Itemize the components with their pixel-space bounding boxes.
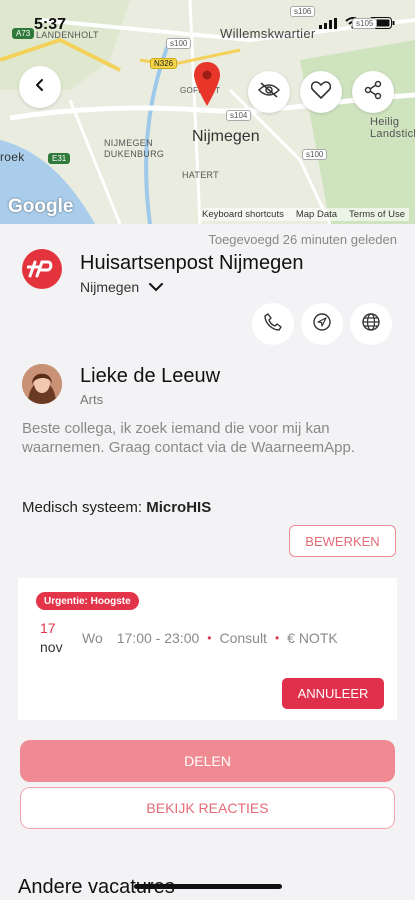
urgency-badge: Urgentie: Hoogste bbox=[36, 592, 139, 610]
separator-dot: • bbox=[207, 631, 212, 645]
share-button[interactable]: DELEN bbox=[20, 740, 395, 782]
view-reactions-button[interactable]: BEKIJK REACTIES bbox=[20, 787, 395, 829]
organisation-name: Huisartsenpost Nijmegen bbox=[80, 252, 304, 274]
shift-rate: € NOTK bbox=[287, 630, 338, 646]
map-label-oroek: roek bbox=[0, 150, 25, 164]
signal-icon bbox=[319, 16, 337, 34]
keyboard-shortcuts-link[interactable]: Keyboard shortcuts bbox=[202, 209, 284, 220]
organisation-logo bbox=[22, 249, 62, 289]
map-label-landenholt: LANDENHOLT bbox=[36, 30, 99, 40]
map-label-willemskwartier: Willemskwartier bbox=[220, 26, 316, 41]
road-e31: E31 bbox=[48, 153, 71, 164]
separator-dot: • bbox=[274, 631, 280, 645]
map-label-heilig-landstichting: Heilig Landstich bbox=[370, 116, 415, 140]
location-pin-icon bbox=[194, 62, 220, 111]
eye-off-icon bbox=[257, 81, 281, 103]
organisation-city: Nijmegen bbox=[80, 279, 140, 295]
map-data-link[interactable]: Map Data bbox=[296, 209, 337, 220]
added-timestamp: Toegevoegd 26 minuten geleden bbox=[208, 232, 397, 247]
road-s106: s106 bbox=[290, 6, 316, 17]
chevron-down-icon bbox=[149, 279, 164, 295]
shift-month: nov bbox=[40, 639, 63, 655]
avatar bbox=[22, 364, 62, 404]
navigate-button[interactable] bbox=[301, 303, 343, 345]
website-button[interactable] bbox=[350, 303, 392, 345]
hide-button[interactable] bbox=[248, 71, 290, 113]
vacancy-message: Beste collega, ik zoek iemand die voor m… bbox=[22, 420, 355, 456]
medical-system-value: MicroHIS bbox=[146, 499, 212, 516]
cancel-button[interactable]: ANNULEER bbox=[282, 678, 384, 709]
navigation-icon bbox=[313, 312, 331, 336]
shift-weekday: Wo bbox=[82, 630, 103, 646]
home-indicator[interactable] bbox=[134, 884, 282, 889]
medical-system: Medisch systeem: MicroHIS bbox=[22, 499, 211, 516]
person-name: Lieke de Leeuw bbox=[80, 365, 221, 387]
edit-button[interactable]: BEWERKEN bbox=[289, 525, 396, 557]
heart-icon bbox=[310, 80, 332, 104]
map-label-dukenburg: NIJMEGEN DUKENBURG bbox=[104, 138, 165, 159]
share-icon bbox=[363, 80, 383, 105]
terms-link[interactable]: Terms of Use bbox=[349, 209, 405, 220]
favorite-button[interactable] bbox=[300, 71, 342, 113]
road-s105: s105 bbox=[352, 18, 378, 29]
shift-details: Wo 17:00 - 23:00 • Consult • € NOTK bbox=[82, 630, 338, 646]
chevron-left-icon bbox=[33, 78, 47, 97]
back-button[interactable] bbox=[19, 66, 61, 108]
call-button[interactable] bbox=[252, 303, 294, 345]
shift-day: 17 bbox=[40, 620, 56, 636]
road-n326: N326 bbox=[150, 58, 178, 69]
road-a73: A73 bbox=[12, 28, 35, 39]
map-view[interactable]: 5:37 LANDENHOLT Willemskwartier NIJMEGEN… bbox=[0, 0, 415, 224]
shift-time: 17:00 - 23:00 bbox=[116, 630, 200, 646]
shift-card: Urgentie: Hoogste 17 nov Wo 17:00 - 23:0… bbox=[18, 578, 397, 720]
road-s104: s104 bbox=[226, 110, 252, 121]
road-s100-mid: s100 bbox=[302, 149, 328, 160]
phone-icon bbox=[264, 312, 282, 336]
google-logo: Google bbox=[8, 196, 74, 217]
share-map-button[interactable] bbox=[352, 71, 394, 113]
map-city-label: Nijmegen bbox=[192, 128, 260, 145]
medical-system-label: Medisch systeem: bbox=[22, 499, 143, 516]
globe-icon bbox=[362, 312, 380, 336]
map-footer: Keyboard shortcuts Map Data Terms of Use bbox=[197, 208, 409, 221]
shift-type: Consult bbox=[219, 630, 267, 646]
road-s100-top: s100 bbox=[166, 38, 192, 49]
organisation-city-toggle[interactable]: Nijmegen bbox=[80, 279, 164, 295]
person-role: Arts bbox=[80, 392, 104, 407]
map-label-hatert: HATERT bbox=[182, 170, 219, 180]
